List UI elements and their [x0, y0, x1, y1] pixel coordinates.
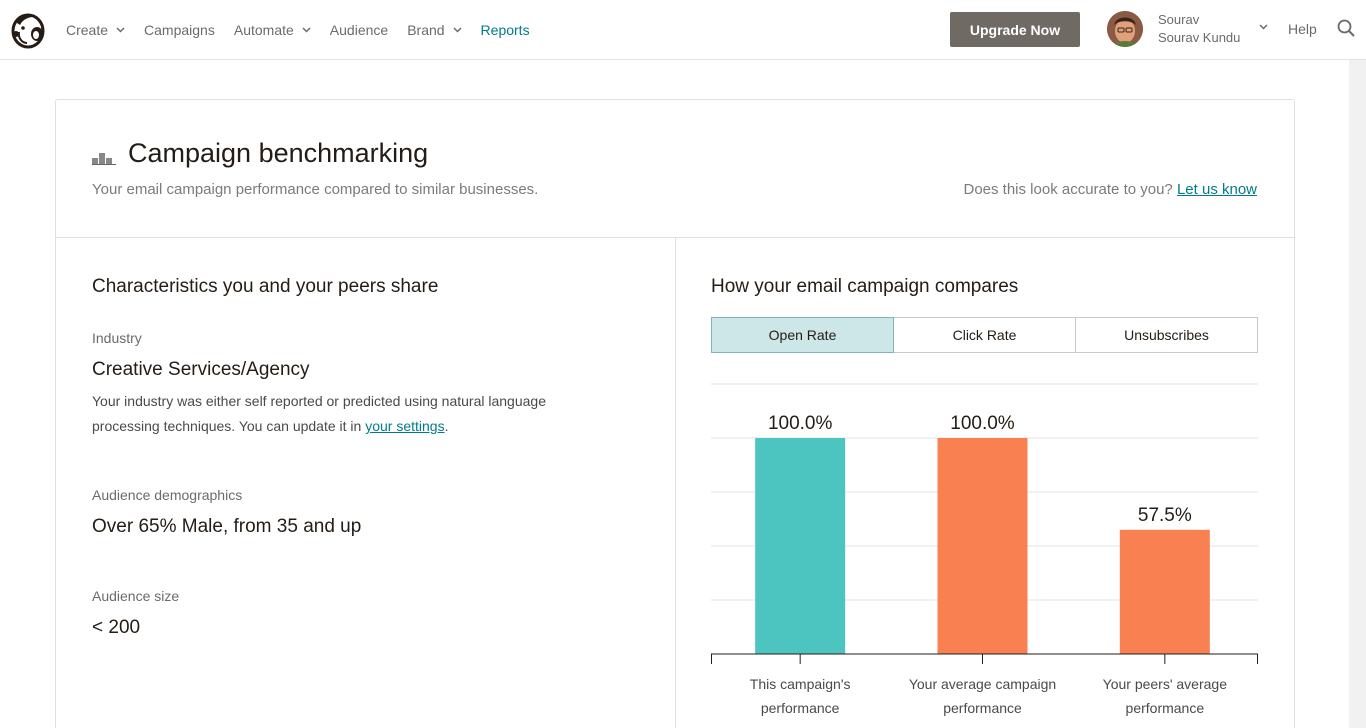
- characteristics-title: Characteristics you and your peers share: [92, 276, 439, 297]
- chart-bar: [755, 438, 846, 654]
- chevron-down-icon: [116, 27, 125, 33]
- industry-note-end: .: [444, 418, 449, 434]
- page-subtitle: Your email campaign performance compared…: [92, 181, 539, 198]
- chart-bar: [1119, 529, 1210, 654]
- tab-unsubscribes[interactable]: Unsubscribes: [1075, 317, 1258, 353]
- chart-data-label: 100.0%: [950, 413, 1015, 434]
- nav-brand-label: Brand: [407, 22, 445, 38]
- search-icon[interactable]: [1337, 19, 1355, 37]
- chart-category-label: performance: [761, 700, 840, 716]
- chart-category-label: Your peers' average: [1103, 676, 1228, 692]
- industry-label: Industry: [92, 330, 142, 346]
- upgrade-now-button[interactable]: Upgrade Now: [950, 12, 1080, 47]
- nav-create[interactable]: Create: [66, 22, 125, 38]
- main-nav: Create Campaigns Automate Audience Brand…: [66, 0, 549, 60]
- audience-size-value: < 200: [92, 617, 141, 638]
- user-first-name: Sourav: [1158, 12, 1200, 27]
- your-settings-link[interactable]: your settings: [365, 418, 444, 434]
- demographics-label: Audience demographics: [92, 487, 243, 503]
- chart-category-label: performance: [1126, 700, 1205, 716]
- audience-size-label: Audience size: [92, 588, 180, 604]
- chart-bar: [937, 438, 1028, 654]
- industry-note: Your industry was either self reported o…: [92, 389, 612, 439]
- chevron-down-icon[interactable]: [1259, 24, 1268, 30]
- industry-note-text: Your industry was either self reported o…: [92, 393, 546, 434]
- nav-campaigns-label: Campaigns: [144, 22, 215, 38]
- nav-audience-label: Audience: [329, 22, 389, 38]
- chart-category-label: This campaign's: [750, 676, 851, 692]
- page-title: Campaign benchmarking: [128, 138, 429, 168]
- nav-create-label: Create: [66, 22, 109, 38]
- help-link[interactable]: Help: [1288, 21, 1317, 37]
- industry-value: Creative Services/Agency: [92, 359, 310, 380]
- bar-chart-icon: [92, 153, 116, 165]
- nav-reports[interactable]: Reports: [481, 22, 530, 38]
- mailchimp-freddie-icon[interactable]: [9, 10, 47, 50]
- chart-data-label: 100.0%: [768, 413, 833, 434]
- accuracy-feedback: Does this look accurate to you? Let us k…: [963, 181, 1257, 198]
- nav-brand[interactable]: Brand: [407, 22, 462, 38]
- card-header: Campaign benchmarking Your email campaig…: [56, 100, 1294, 238]
- benchmark-chart-svg: 100.0% This campaign's performance 100.0% Yo…: [711, 383, 1258, 716]
- nav-audience[interactable]: Audience: [330, 22, 388, 38]
- benchmark-chart: 100.0% This campaign's performance 100.0% Yo…: [711, 382, 1258, 728]
- benchmark-card: Campaign benchmarking Your email campaig…: [55, 99, 1295, 728]
- nav-automate-label: Automate: [233, 22, 294, 38]
- let-us-know-link[interactable]: Let us know: [1177, 181, 1257, 198]
- metric-tabs: Open Rate Click Rate Unsubscribes: [711, 317, 1258, 353]
- accuracy-prompt: Does this look accurate to you?: [963, 181, 1173, 198]
- tab-open-rate[interactable]: Open Rate: [711, 317, 894, 353]
- user-avatar-icon: [1107, 11, 1143, 47]
- comparison-title: How your email campaign compares: [711, 276, 1019, 297]
- avatar[interactable]: [1107, 11, 1143, 47]
- top-navigation: Create Campaigns Automate Audience Brand…: [0, 0, 1366, 60]
- tab-click-rate[interactable]: Click Rate: [893, 317, 1076, 353]
- chart-category-label: Your average campaign: [909, 676, 1056, 692]
- column-divider: [675, 238, 676, 728]
- chevron-down-icon: [453, 27, 462, 33]
- chart-category-label: performance: [943, 700, 1022, 716]
- nav-campaigns[interactable]: Campaigns: [144, 22, 215, 38]
- page-scrollbar[interactable]: [1349, 60, 1366, 728]
- user-menu[interactable]: Sourav Sourav Kundu: [1158, 11, 1240, 47]
- demographics-value: Over 65% Male, from 35 and up: [92, 516, 362, 537]
- nav-automate[interactable]: Automate: [234, 22, 311, 38]
- chart-data-label: 57.5%: [1138, 505, 1192, 526]
- chevron-down-icon: [302, 27, 311, 33]
- nav-reports-label: Reports: [480, 22, 530, 38]
- user-full-name: Sourav Kundu: [1158, 30, 1241, 45]
